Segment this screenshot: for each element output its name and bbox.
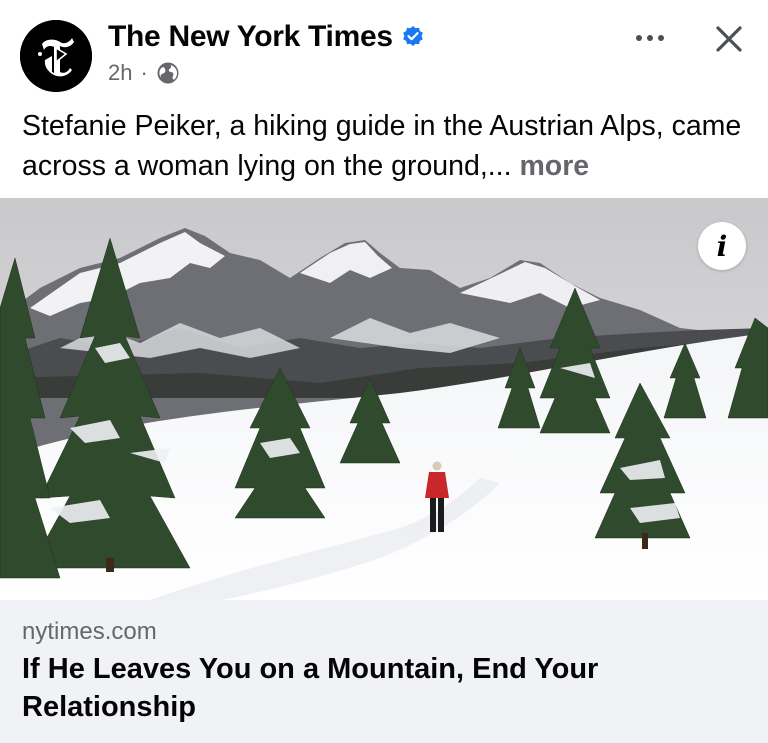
more-options-icon[interactable] (630, 26, 670, 50)
dot-icon (636, 35, 642, 41)
close-icon[interactable] (710, 20, 748, 58)
link-title[interactable]: If He Leaves You on a Mountain, End Your… (22, 650, 742, 726)
verified-badge-icon (402, 26, 423, 46)
post-timestamp[interactable]: 2h (108, 60, 132, 86)
post-header: The New York Times 2h · (0, 0, 768, 100)
snowy-mountain-photo (0, 198, 768, 600)
info-icon[interactable]: i (698, 222, 746, 270)
see-more-link[interactable]: more (519, 150, 589, 182)
meta-separator: · (140, 60, 148, 85)
link-domain[interactable]: nytimes.com (22, 618, 157, 646)
dot-icon (647, 35, 653, 41)
post-meta: 2h · (108, 60, 180, 86)
post-caption: Stefanie Peiker, a hiking guide in the A… (22, 106, 752, 186)
dot-icon (658, 35, 664, 41)
nyt-logo-icon (20, 20, 92, 92)
post-photo[interactable] (0, 198, 768, 600)
caption-text: Stefanie Peiker, a hiking guide in the A… (22, 110, 742, 182)
globe-icon (157, 62, 179, 84)
page-name[interactable]: The New York Times (108, 20, 425, 54)
page-name-text[interactable]: The New York Times (108, 20, 393, 54)
page-avatar[interactable] (20, 20, 92, 92)
